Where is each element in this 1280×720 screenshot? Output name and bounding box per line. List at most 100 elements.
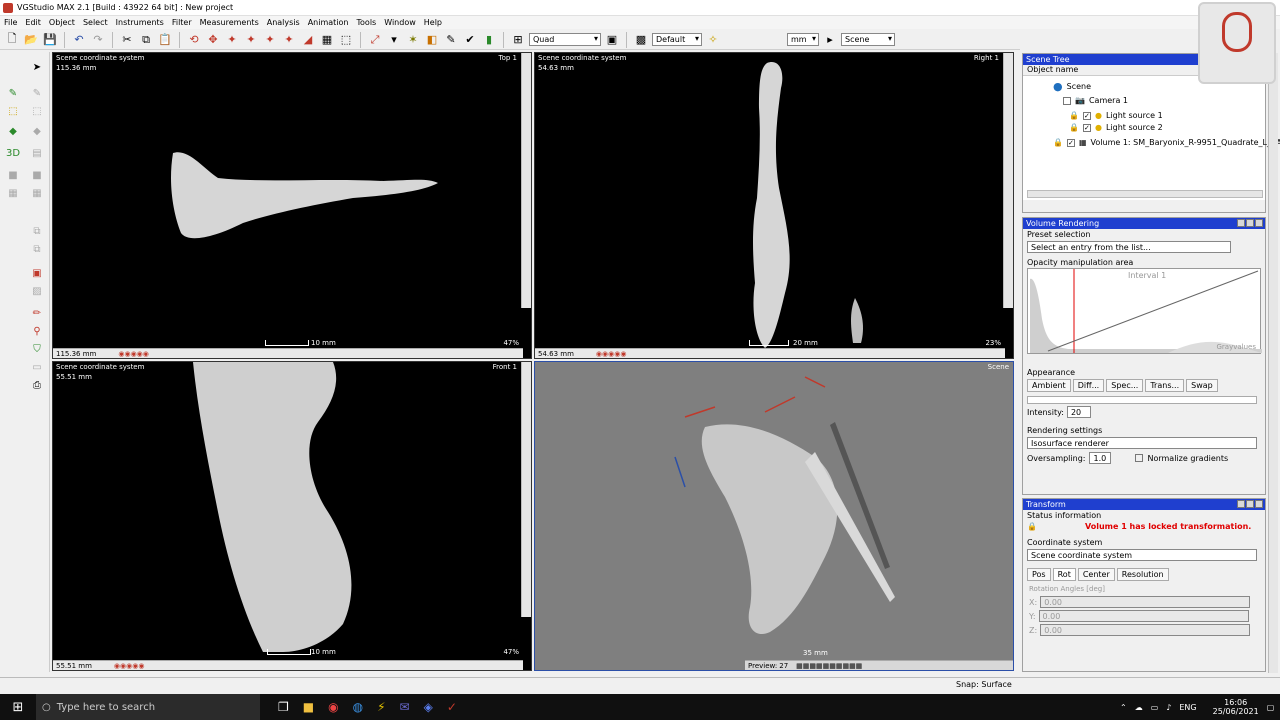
tab-ambient[interactable]: Ambient [1027, 379, 1071, 392]
scene-tools-icon[interactable]: ▦▦▦▦▦▦▦▦▦▦ [796, 662, 862, 670]
teams-icon[interactable]: ✉ [400, 700, 410, 714]
tab-diffuse[interactable]: Diff... [1072, 379, 1105, 392]
pipette-icon[interactable]: ⚲ [30, 324, 44, 338]
cloud-icon[interactable]: ☁ [1135, 703, 1143, 712]
wand-icon[interactable]: ✧ [705, 32, 721, 48]
pointer-icon[interactable]: ➤ [30, 60, 44, 74]
menu-object[interactable]: Object [49, 18, 75, 27]
close-icon[interactable] [1255, 219, 1263, 227]
redo-icon[interactable]: ↷ [90, 32, 106, 48]
transform-tool-icon[interactable]: ✦ [224, 32, 240, 48]
menu-instruments[interactable]: Instruments [116, 18, 164, 27]
close-icon[interactable] [1255, 500, 1263, 508]
new-file-icon[interactable]: 🗋 [4, 32, 20, 48]
tray-arrow-icon[interactable]: ⌃ [1120, 703, 1127, 712]
open-folder-icon[interactable]: 📂 [23, 32, 39, 48]
menu-file[interactable]: File [4, 18, 17, 27]
z-input[interactable]: 0.00 [1040, 624, 1251, 636]
fill-icon[interactable]: ◆ [6, 124, 20, 138]
view-preset-icon[interactable]: ▩ [633, 32, 649, 48]
cube-icon[interactable]: ◧ [424, 32, 440, 48]
panels-scrollbar[interactable] [1268, 53, 1278, 673]
tab-swap[interactable]: Swap [1186, 379, 1218, 392]
checkbox[interactable] [1063, 96, 1071, 105]
chrome-icon[interactable]: ◉ [328, 700, 338, 714]
undo-icon[interactable]: ↶ [71, 32, 87, 48]
tab-center[interactable]: Center [1077, 568, 1115, 581]
transform-tool-3-icon[interactable]: ✦ [262, 32, 278, 48]
opacity-graph[interactable]: Interval 1 Grayvalues [1027, 268, 1262, 354]
maximize-icon[interactable] [1246, 219, 1254, 227]
menu-select[interactable]: Select [83, 18, 108, 27]
color-gradient-bar[interactable] [1027, 396, 1257, 404]
menu-edit[interactable]: Edit [25, 18, 41, 27]
file-explorer-icon[interactable]: ■ [303, 700, 314, 714]
transform-tool-2-icon[interactable]: ✦ [243, 32, 259, 48]
tab-specular[interactable]: Spec... [1106, 379, 1144, 392]
tree-item-camera[interactable]: 📷 Camera 1 [1063, 96, 1128, 105]
transform-tool-4-icon[interactable]: ✦ [281, 32, 297, 48]
fill-alt-icon[interactable]: ◆ [30, 124, 44, 138]
paste-icon[interactable]: 📋 [157, 32, 173, 48]
viewport-front-scrollbar[interactable] [521, 362, 531, 617]
bucket-icon[interactable]: ⛉ [30, 342, 44, 356]
layout-select[interactable]: Quad [529, 33, 601, 46]
minimize-icon[interactable] [1237, 500, 1245, 508]
unit-select[interactable]: mm [787, 33, 819, 46]
tab-rot[interactable]: Rot [1052, 568, 1076, 581]
tree-item-light-2[interactable]: 🔒 ✓ ● Light source 2 [1069, 123, 1163, 132]
intensity-input[interactable]: 20 [1066, 406, 1091, 418]
check-icon[interactable]: ✔ [462, 32, 478, 48]
coord-select[interactable]: Scene coordinate system [1027, 549, 1257, 561]
layers-icon[interactable]: ▤ [30, 146, 44, 160]
maximize-icon[interactable] [1246, 500, 1254, 508]
printer-icon[interactable]: ⎙ [30, 378, 44, 392]
scene-select[interactable]: Scene [841, 33, 895, 46]
network-icon[interactable]: ▭ [1151, 703, 1159, 712]
menu-animation[interactable]: Animation [308, 18, 349, 27]
merge-region-icon[interactable]: ⧉ [30, 242, 44, 256]
copy-icon[interactable]: ⧉ [138, 32, 154, 48]
eraser-icon[interactable]: ▭ [30, 360, 44, 374]
viewport-tools-icon[interactable]: ◉◉◉◉◉ [114, 662, 145, 670]
pencil-icon[interactable]: ✏ [30, 306, 44, 320]
minimize-icon[interactable] [1237, 219, 1245, 227]
copy-region-icon[interactable]: ⧉ [30, 224, 44, 238]
preview-value[interactable]: 27 [779, 662, 788, 670]
3d-icon[interactable]: 3D [6, 146, 20, 160]
menu-measurements[interactable]: Measurements [200, 18, 259, 27]
lasso-alt-icon[interactable]: ⬚ [30, 104, 44, 118]
save-icon[interactable]: 💾 [42, 32, 58, 48]
language-indicator[interactable]: ENG [1179, 703, 1196, 712]
checkbox-checked[interactable]: ✓ [1082, 111, 1091, 120]
tree-item-scene[interactable]: ● Scene [1053, 80, 1091, 93]
x-input[interactable]: 0.00 [1040, 596, 1251, 608]
viewport-tools-icon[interactable]: ◉◉◉◉◉ [118, 350, 149, 358]
menu-window[interactable]: Window [384, 18, 416, 27]
menu-help[interactable]: Help [424, 18, 442, 27]
move-tool-icon[interactable]: ✥ [205, 32, 221, 48]
menu-analysis[interactable]: Analysis [267, 18, 300, 27]
tree-item-volume[interactable]: 🔒 ✓ ▦ Volume 1: SM_Baryonix_R-9951_Quadr… [1053, 138, 1280, 147]
crop-tool-icon[interactable]: ▦ [319, 32, 335, 48]
region-icon[interactable]: ■ [6, 168, 20, 182]
lasso-icon[interactable]: ⬚ [6, 104, 20, 118]
viewport-front[interactable]: Scene coordinate system 55.51 mm Front 1… [52, 361, 532, 671]
fit-view-icon[interactable]: ▣ [604, 32, 620, 48]
star-tool-icon[interactable]: ✶ [405, 32, 421, 48]
app-icon[interactable]: ⚡ [377, 700, 385, 714]
region-grid-alt-icon[interactable]: ▦ [30, 186, 44, 200]
scene-tree-hscrollbar[interactable] [1027, 190, 1263, 198]
menu-filter[interactable]: Filter [172, 18, 192, 27]
y-input[interactable]: 0.00 [1038, 610, 1249, 622]
tree-item-light-1[interactable]: 🔒 ✓ ● Light source 1 [1069, 111, 1163, 120]
edge-icon[interactable]: ◍ [353, 700, 363, 714]
preset-select[interactable]: Select an entry from the list... [1027, 241, 1231, 253]
checkbox-checked[interactable]: ✓ [1066, 138, 1075, 147]
clock[interactable]: 16:06 25/06/2021 [1213, 698, 1259, 716]
brush-icon[interactable]: ✎ [6, 86, 20, 100]
split-icon[interactable]: ▨ [30, 284, 44, 298]
windows-start-icon[interactable]: ⊞ [0, 700, 36, 715]
dropdown-arrow-icon[interactable]: ▾ [386, 32, 402, 48]
oversampling-input[interactable]: 1.0 [1089, 452, 1112, 464]
